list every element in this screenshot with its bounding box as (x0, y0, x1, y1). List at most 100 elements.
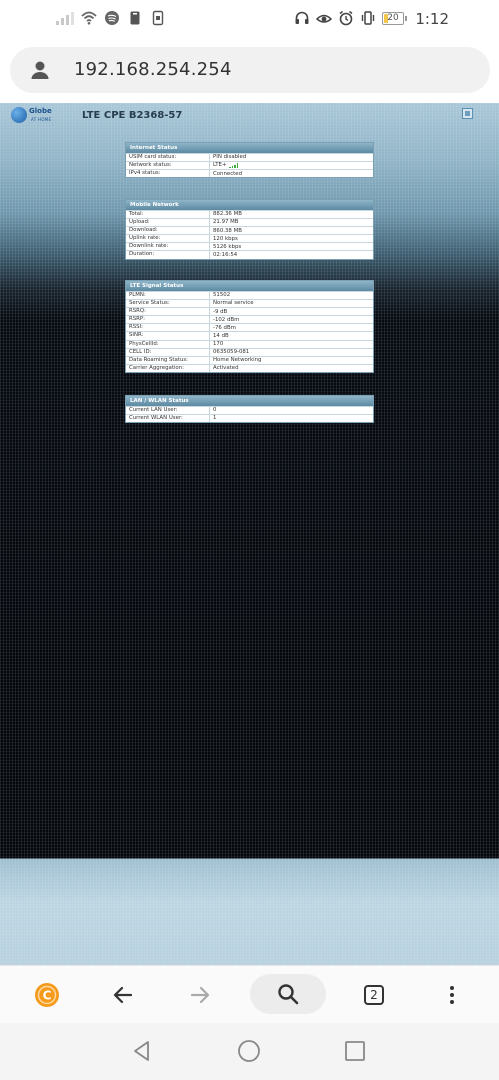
row-label: SINR: (126, 332, 210, 340)
site-header: Globe AT HOME LTE CPE B2368-57 (0, 103, 499, 129)
header-menu-icon[interactable] (462, 108, 473, 119)
device-title: LTE CPE B2368-57 (82, 110, 183, 121)
row-value: 0 (213, 407, 217, 414)
nav-recents-icon[interactable] (343, 1039, 367, 1063)
row-label: Download: (126, 227, 210, 235)
row-value: 0635059-081 (213, 349, 250, 355)
cellular-signal-icon (56, 11, 74, 25)
table-row: RSRQ: -9 dB (126, 307, 373, 316)
row-value: 02:16:54 (213, 251, 238, 258)
table-row: Service Status: Normal service (126, 299, 373, 308)
table-row: IPv4 status: Connected (126, 169, 373, 178)
table-row: Uplink rate: 120 kbps (126, 234, 373, 243)
notification-app-icon (130, 11, 140, 25)
row-label: Upload: (126, 219, 210, 227)
table-row: Upload: 21.97 MB (126, 218, 373, 227)
lte-signal-bars-icon (229, 163, 239, 169)
logo-subtitle: AT HOME (31, 117, 52, 122)
row-value: PIN disabled (213, 154, 247, 161)
browser-logo-icon: C (35, 983, 59, 1007)
table-row: Data Roaming Status: Home Networking (126, 355, 373, 364)
table-row: Duration: 02:16:54 (126, 250, 373, 259)
system-navigation-bar (0, 1023, 499, 1080)
panel-title: Mobile Network (126, 200, 373, 210)
spotify-icon (105, 11, 119, 25)
row-value: 1 (213, 415, 217, 422)
tab-switcher-button[interactable]: 2 (358, 979, 390, 1011)
row-label: USIM card status: (126, 154, 210, 162)
table-row: Network status: LTE+ (126, 161, 373, 170)
row-value: LTE+ (213, 162, 227, 169)
table-row: PhysCellId: 170 (126, 339, 373, 348)
table-row: PLMN: 51502 (126, 291, 373, 300)
mobile-network-panel: Mobile Network Total: 882.36 MB Upload: 21… (125, 199, 374, 260)
search-icon (278, 984, 299, 1005)
vibrate-icon (361, 11, 375, 25)
row-label: Data Roaming Status: (126, 356, 210, 364)
status-icons-right: 20 (294, 10, 407, 26)
row-label: Current WLAN User: (126, 415, 210, 423)
back-button[interactable] (107, 979, 139, 1011)
forward-button[interactable] (184, 979, 216, 1011)
row-value-cell: LTE+ (210, 162, 239, 169)
lan-wlan-status-panel: LAN / WLAN Status Current LAN User: 0 Cur… (125, 395, 374, 424)
row-label: PhysCellId: (126, 340, 210, 348)
browser-home-button[interactable]: C (31, 979, 63, 1011)
table-row: Downlink rate: 5126 kbps (126, 242, 373, 251)
row-value: 14 dB (213, 332, 229, 339)
web-page: Globe AT HOME LTE CPE B2368-57 Internet … (0, 103, 499, 965)
alarm-clock-icon (339, 10, 353, 26)
row-value: 170 (213, 340, 224, 347)
row-label: Carrier Aggregation: (126, 364, 210, 372)
site-info-icon[interactable] (28, 58, 52, 82)
table-row: USIM card status: PIN disabled (126, 153, 373, 162)
more-options-button[interactable] (436, 979, 468, 1011)
status-bar: 20 1:12 (0, 0, 499, 38)
row-label: Downlink rate: (126, 243, 210, 251)
globe-logo-icon (11, 107, 27, 123)
address-bar[interactable]: 192.168.254.254 (10, 47, 490, 93)
arrow-left-icon (113, 986, 133, 1004)
row-label: IPv4 status: (126, 170, 210, 178)
battery-icon: 20 (382, 11, 407, 25)
row-value: 51502 (213, 292, 231, 299)
internet-status-panel: Internet Status USIM card status: PIN di… (125, 142, 374, 179)
more-vert-icon (450, 986, 454, 1004)
row-label: RSRQ: (126, 308, 210, 316)
table-row: RSSI: -76 dBm (126, 323, 373, 332)
row-value: -9 dB (213, 308, 228, 315)
browser-toolbar: C 2 (0, 965, 499, 1024)
search-button[interactable] (250, 974, 326, 1014)
nav-back-icon[interactable] (130, 1039, 154, 1063)
row-value: Normal service (213, 300, 254, 307)
arrow-right-icon (190, 986, 210, 1004)
table-row: CELL ID: 0635059-081 (126, 347, 373, 356)
panel-title: LTE Signal Status (126, 281, 373, 291)
svg-text:C: C (43, 989, 52, 1003)
row-value: Activated (213, 365, 239, 372)
row-value: -102 dBm (213, 316, 240, 323)
tab-count: 2 (364, 985, 384, 1005)
table-row: Current LAN User: 0 (126, 406, 373, 415)
row-value: 21.97 MB (213, 219, 239, 226)
globe-logo[interactable]: Globe AT HOME (11, 107, 57, 127)
nav-home-icon[interactable] (237, 1039, 261, 1063)
row-label: Duration: (126, 251, 210, 259)
row-label: RSRP: (126, 316, 210, 324)
table-row: Current WLAN User: 1 (126, 414, 373, 423)
row-label: Uplink rate: (126, 235, 210, 243)
battery-level: 20 (387, 13, 399, 23)
lte-signal-status-panel: LTE Signal Status PLMN: 51502 Service Sta… (125, 280, 374, 373)
headphones-icon (295, 11, 309, 24)
row-label: PLMN: (126, 292, 210, 300)
status-time: 1:12 (415, 10, 449, 28)
row-label: Total: (126, 211, 210, 219)
wifi-icon (81, 11, 97, 25)
panel-title: LAN / WLAN Status (126, 396, 373, 406)
row-label: Service Status: (126, 300, 210, 308)
table-row: SINR: 14 dB (126, 331, 373, 340)
logo-name: Globe (29, 107, 52, 115)
url-text[interactable]: 192.168.254.254 (74, 59, 232, 80)
row-label: Network status: (126, 162, 210, 170)
row-value: 5126 kbps (213, 243, 242, 250)
